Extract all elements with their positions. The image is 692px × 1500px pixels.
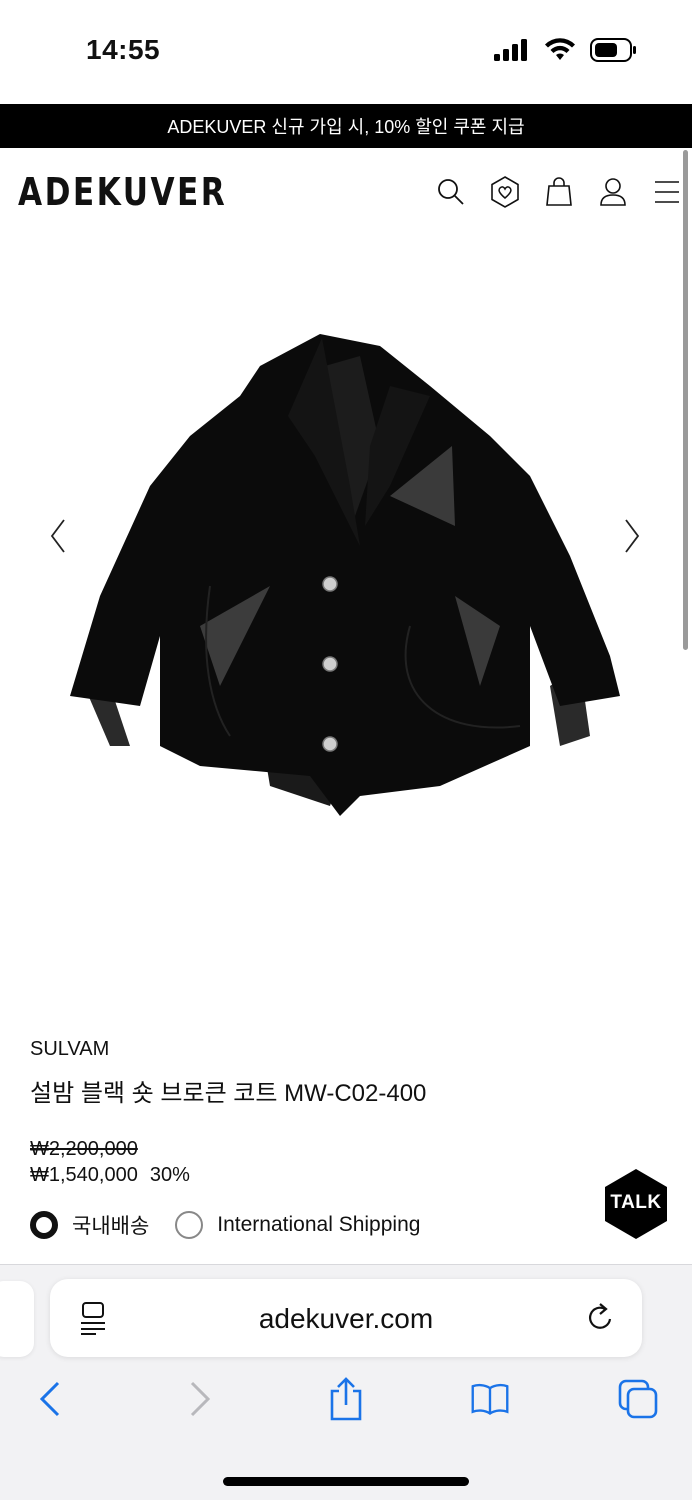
chevron-right-icon[interactable] <box>616 516 646 556</box>
back-icon[interactable] <box>30 1377 70 1421</box>
shipping-option-domestic[interactable]: 국내배송 <box>30 1210 149 1240</box>
talk-chat-button[interactable]: TALK <box>604 1168 668 1240</box>
url-text: adekuver.com <box>258 1303 434 1334</box>
site-logo[interactable]: ADEKUVER <box>18 170 227 214</box>
header-icons <box>436 176 682 208</box>
search-icon[interactable] <box>436 176 466 208</box>
previous-tab-preview[interactable] <box>0 1281 34 1357</box>
status-bar: 14:55 <box>0 0 692 104</box>
sale-price-row: ₩1,540,000 30% <box>30 1164 190 1187</box>
wifi-icon <box>545 38 575 60</box>
promo-text: ADEKUVER 신규 가입 시, 10% 할인 쿠폰 지급 <box>167 117 525 137</box>
status-icons <box>494 38 636 62</box>
promo-banner[interactable]: ADEKUVER 신규 가입 시, 10% 할인 쿠폰 지급 <box>0 104 692 148</box>
page-scrollbar[interactable] <box>683 150 688 650</box>
home-indicator[interactable] <box>223 1477 469 1486</box>
discount-rate: 30% <box>149 1164 190 1186</box>
product-name: 설밤 블랙 숏 브로큰 코트 MW-C02-400 <box>30 1080 427 1107</box>
original-price: ₩2,200,000 <box>30 1138 138 1160</box>
product-image-gallery[interactable] <box>0 236 682 996</box>
shipping-option-label: 국내배송 <box>72 1215 150 1238</box>
browser-bottom-bar: adekuver.com <box>0 1264 692 1500</box>
reload-icon[interactable] <box>586 1301 616 1338</box>
menu-icon[interactable] <box>652 176 682 208</box>
radio-selected-icon[interactable] <box>30 1211 58 1239</box>
shipping-option-label: International Shipping <box>217 1213 421 1236</box>
forward-icon[interactable] <box>180 1377 220 1421</box>
product-brand[interactable]: SULVAM <box>30 1038 109 1061</box>
user-icon[interactable] <box>598 176 628 208</box>
talk-label: TALK <box>610 1192 662 1213</box>
wishlist-heart-icon[interactable] <box>490 176 520 208</box>
share-icon[interactable] <box>326 1377 366 1421</box>
product-image <box>60 326 630 831</box>
shopping-bag-icon[interactable] <box>544 176 574 208</box>
tabs-icon[interactable] <box>618 1377 658 1421</box>
browser-toolbar <box>0 1377 692 1427</box>
status-time: 14:55 <box>86 34 161 65</box>
shipping-options: 국내배송 International Shipping <box>30 1210 446 1240</box>
sale-price: ₩1,540,000 <box>30 1164 138 1186</box>
cellular-signal-icon <box>494 39 527 61</box>
radio-unselected-icon[interactable] <box>175 1211 204 1239</box>
site-header: ADEKUVER <box>0 148 682 236</box>
address-bar[interactable]: adekuver.com <box>50 1279 642 1357</box>
bookmarks-icon[interactable] <box>470 1377 510 1421</box>
shipping-option-international[interactable]: International Shipping <box>175 1211 420 1239</box>
battery-icon <box>590 38 636 62</box>
